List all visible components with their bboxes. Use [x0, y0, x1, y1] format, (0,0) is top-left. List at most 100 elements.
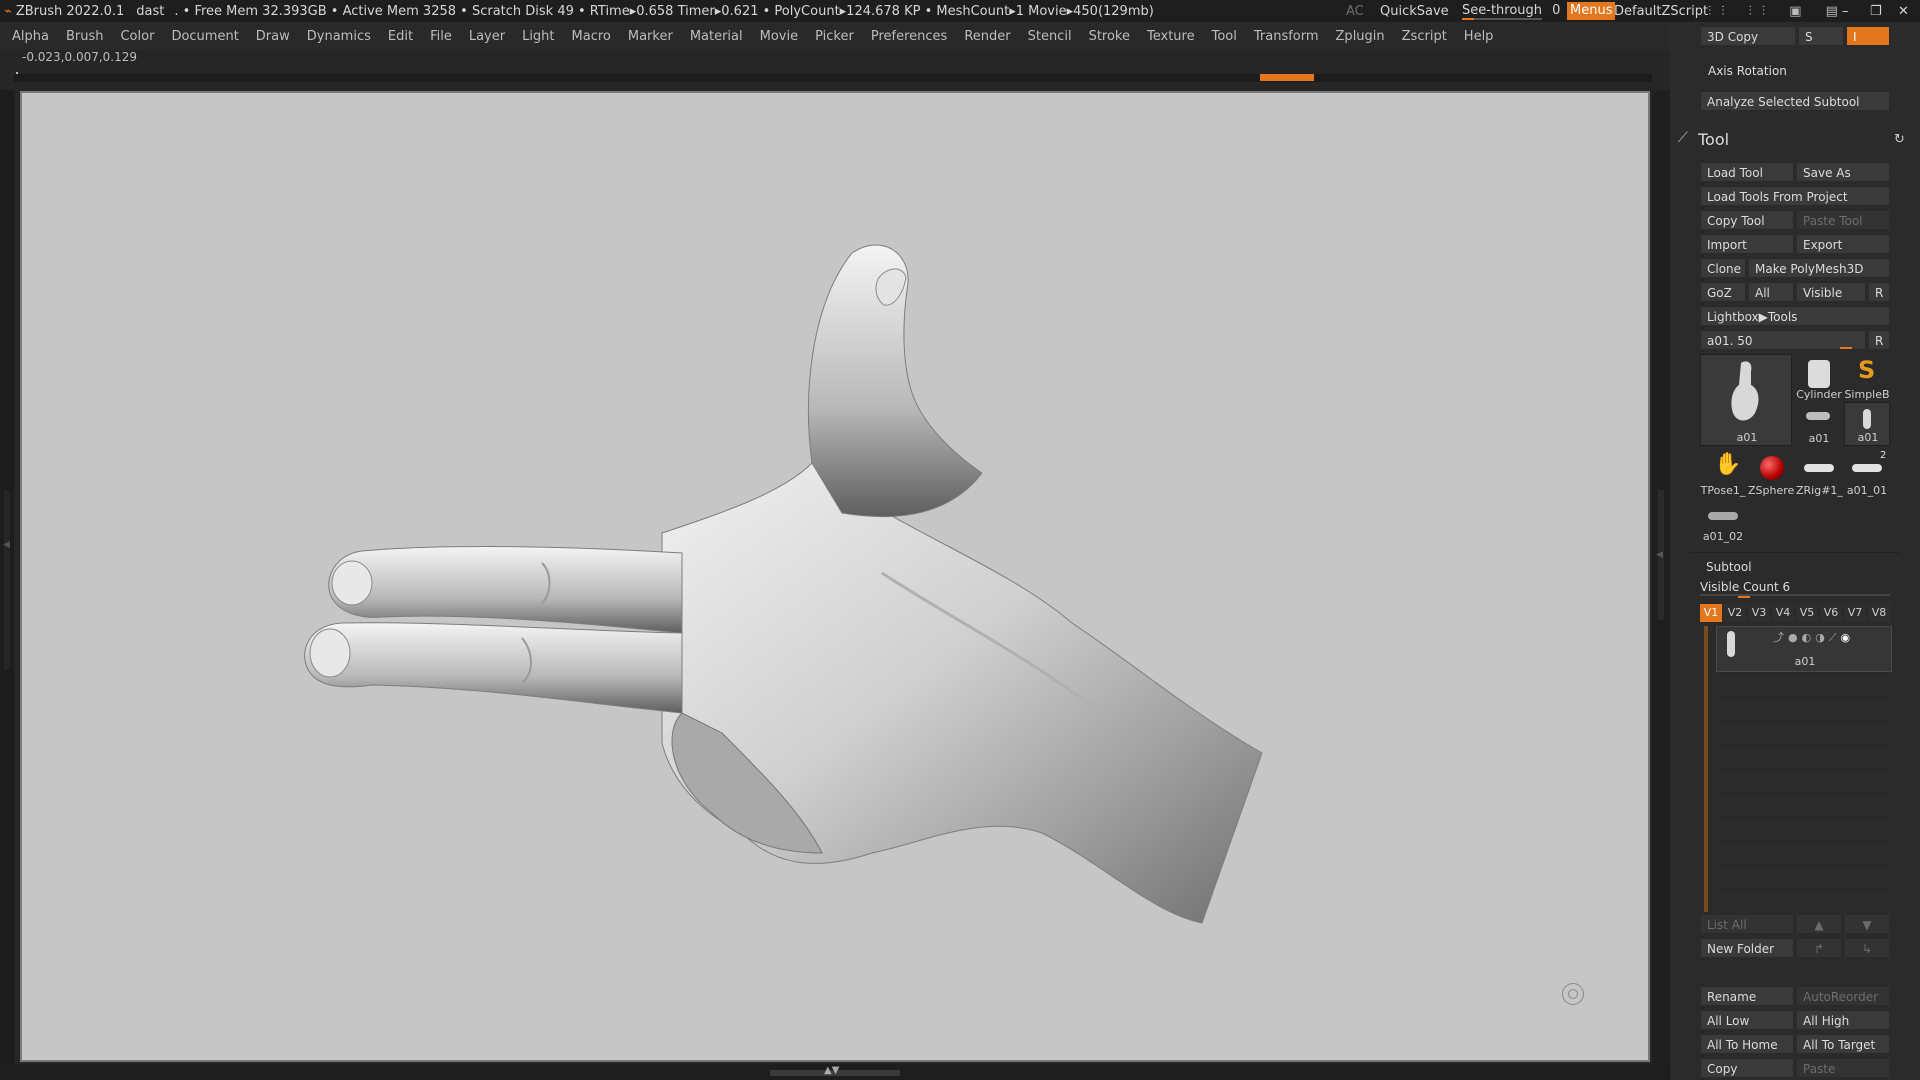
timeline-marker[interactable] [1260, 74, 1314, 81]
copy-tool-button[interactable]: Copy Tool [1700, 210, 1794, 230]
menu-help[interactable]: Help [1464, 29, 1494, 44]
minimize-icon[interactable]: – [1842, 4, 1849, 19]
3d-copy-button[interactable]: 3D Copy [1700, 26, 1796, 46]
list-all-button[interactable]: List All [1700, 914, 1794, 934]
paste-button[interactable]: Paste [1796, 1058, 1890, 1078]
load-tools-from-project-button[interactable]: Load Tools From Project [1700, 186, 1890, 206]
a01-thumb-small[interactable]: a01 [1796, 402, 1842, 446]
menu-picker[interactable]: Picker [815, 29, 854, 44]
menu-alpha[interactable]: Alpha [12, 29, 49, 44]
menu-brush[interactable]: Brush [66, 29, 104, 44]
autoreorder-button[interactable]: AutoReorder [1796, 986, 1890, 1006]
a01-thumb-small-2[interactable]: a01 [1844, 402, 1890, 446]
expand-right-icon[interactable]: ◀ [1656, 550, 1663, 560]
tab-v1[interactable]: V1 [1700, 604, 1722, 622]
rename-button[interactable]: Rename [1700, 986, 1794, 1006]
paste-tool-button[interactable]: Paste Tool [1796, 210, 1890, 230]
menu-edit[interactable]: Edit [388, 29, 413, 44]
menu-color[interactable]: Color [120, 29, 154, 44]
quicksave-button[interactable]: QuickSave [1380, 4, 1449, 19]
zsphere-thumb[interactable]: ZSphere [1748, 450, 1794, 497]
cylinder-thumb[interactable]: Cylinder [1796, 354, 1842, 401]
menu-marker[interactable]: Marker [628, 29, 673, 44]
zrig-thumb[interactable]: ZRig#1_ [1796, 450, 1843, 497]
goz-button[interactable]: GoZ [1700, 282, 1746, 302]
new-folder-button[interactable]: New Folder [1700, 938, 1794, 958]
axis-rotation-label[interactable]: Axis Rotation [1708, 64, 1787, 78]
subtool-item[interactable]: ⤴●◐◑⟋◉ a01 [1716, 626, 1892, 672]
expand-bottom-icon[interactable]: ▲▼ [824, 1065, 839, 1076]
see-through-slider[interactable]: See-through 0 [1462, 3, 1560, 20]
a01-01-thumb[interactable]: 2 a01_01 [1844, 450, 1890, 497]
tab-v4[interactable]: V4 [1772, 604, 1794, 622]
timeline-track[interactable] [14, 74, 1652, 82]
analyze-subtool-button[interactable]: Analyze Selected Subtool [1700, 91, 1890, 111]
menu-draw[interactable]: Draw [256, 29, 290, 44]
goz-visible-button[interactable]: Visible [1796, 282, 1866, 302]
save-as-button[interactable]: Save As [1796, 162, 1890, 182]
tool-slider-r-button[interactable]: R [1868, 330, 1890, 350]
eye-icon[interactable]: ◉ [1841, 631, 1855, 644]
menu-movie[interactable]: Movie [760, 29, 798, 44]
tool-panel-title[interactable]: Tool [1698, 130, 1729, 149]
menu-preferences[interactable]: Preferences [871, 29, 947, 44]
load-tool-button[interactable]: Load Tool [1700, 162, 1794, 182]
tab-v8[interactable]: V8 [1868, 604, 1890, 622]
tab-v6[interactable]: V6 [1820, 604, 1842, 622]
menu-dynamics[interactable]: Dynamics [307, 29, 371, 44]
export-button[interactable]: Export [1796, 234, 1890, 254]
make-polymesh3d-button[interactable]: Make PolyMesh3D [1748, 258, 1890, 278]
menu-render[interactable]: Render [964, 29, 1010, 44]
s-button[interactable]: S [1798, 26, 1844, 46]
menu-macro[interactable]: Macro [572, 29, 611, 44]
move-down-button[interactable]: ▼ [1844, 914, 1890, 934]
canvas-viewport[interactable] [20, 91, 1650, 1062]
default-zscript-button[interactable]: DefaultZScript [1614, 4, 1708, 19]
reset-icon[interactable]: ↻ [1894, 132, 1905, 147]
tab-v3[interactable]: V3 [1748, 604, 1770, 622]
menu-layer[interactable]: Layer [469, 29, 505, 44]
all-to-home-button[interactable]: All To Home [1700, 1034, 1794, 1054]
menu-texture[interactable]: Texture [1147, 29, 1195, 44]
menu-tool[interactable]: Tool [1212, 29, 1237, 44]
tab-v2[interactable]: V2 [1724, 604, 1746, 622]
goz-all-button[interactable]: All [1748, 282, 1794, 302]
navigation-gizmo-icon[interactable] [1562, 983, 1584, 1005]
menu-file[interactable]: File [430, 29, 452, 44]
subtool-controls-icons[interactable]: ⤴●◐◑⟋◉ [1773, 629, 1854, 645]
simpleb-thumb[interactable]: S SimpleB [1844, 354, 1890, 401]
restore-icon[interactable]: ❐ [1870, 4, 1882, 19]
expand-left-icon[interactable]: ◀ [3, 540, 10, 550]
all-high-button[interactable]: All High [1796, 1010, 1890, 1030]
all-low-button[interactable]: All Low [1700, 1010, 1794, 1030]
a01-02-thumb[interactable]: a01_02 [1700, 498, 1746, 544]
left-tray-grip[interactable] [4, 490, 10, 670]
import-button[interactable]: Import [1700, 234, 1794, 254]
menu-stroke[interactable]: Stroke [1089, 29, 1130, 44]
menu-stencil[interactable]: Stencil [1028, 29, 1072, 44]
tab-v5[interactable]: V5 [1796, 604, 1818, 622]
tool-thumb-main[interactable]: a01 [1700, 354, 1792, 446]
menu-zscript[interactable]: Zscript [1402, 29, 1447, 44]
menu-zplugin[interactable]: Zplugin [1336, 29, 1385, 44]
goz-r-button[interactable]: R [1868, 282, 1890, 302]
hand-model[interactable] [22, 93, 1652, 1064]
clone-button[interactable]: Clone [1700, 258, 1746, 278]
i-button[interactable]: I [1846, 26, 1890, 46]
all-to-target-button[interactable]: All To Target [1796, 1034, 1890, 1054]
menus-toggle[interactable]: Menus [1567, 2, 1616, 20]
tpose-thumb[interactable]: ✋ TPose1_ [1700, 450, 1746, 497]
close-icon[interactable]: ✕ [1898, 4, 1909, 19]
menu-light[interactable]: Light [522, 29, 554, 44]
layout-icons[interactable]: ⫶⫶ ⫶⫶ ▣ ▤ [1708, 4, 1848, 19]
visible-count-slider[interactable]: Visible Count 6 [1700, 580, 1890, 596]
lightbox-tools-button[interactable]: Lightbox▶Tools [1700, 306, 1890, 326]
subtool-scrollbar[interactable] [1704, 626, 1708, 912]
folder-action-icon-2[interactable]: ↳ [1844, 938, 1890, 958]
folder-action-icon-1[interactable]: ↱ [1796, 938, 1842, 958]
subtool-title[interactable]: Subtool [1706, 560, 1752, 574]
menu-transform[interactable]: Transform [1254, 29, 1319, 44]
menu-document[interactable]: Document [171, 29, 238, 44]
move-up-button[interactable]: ▲ [1796, 914, 1842, 934]
copy-button[interactable]: Copy [1700, 1058, 1794, 1078]
